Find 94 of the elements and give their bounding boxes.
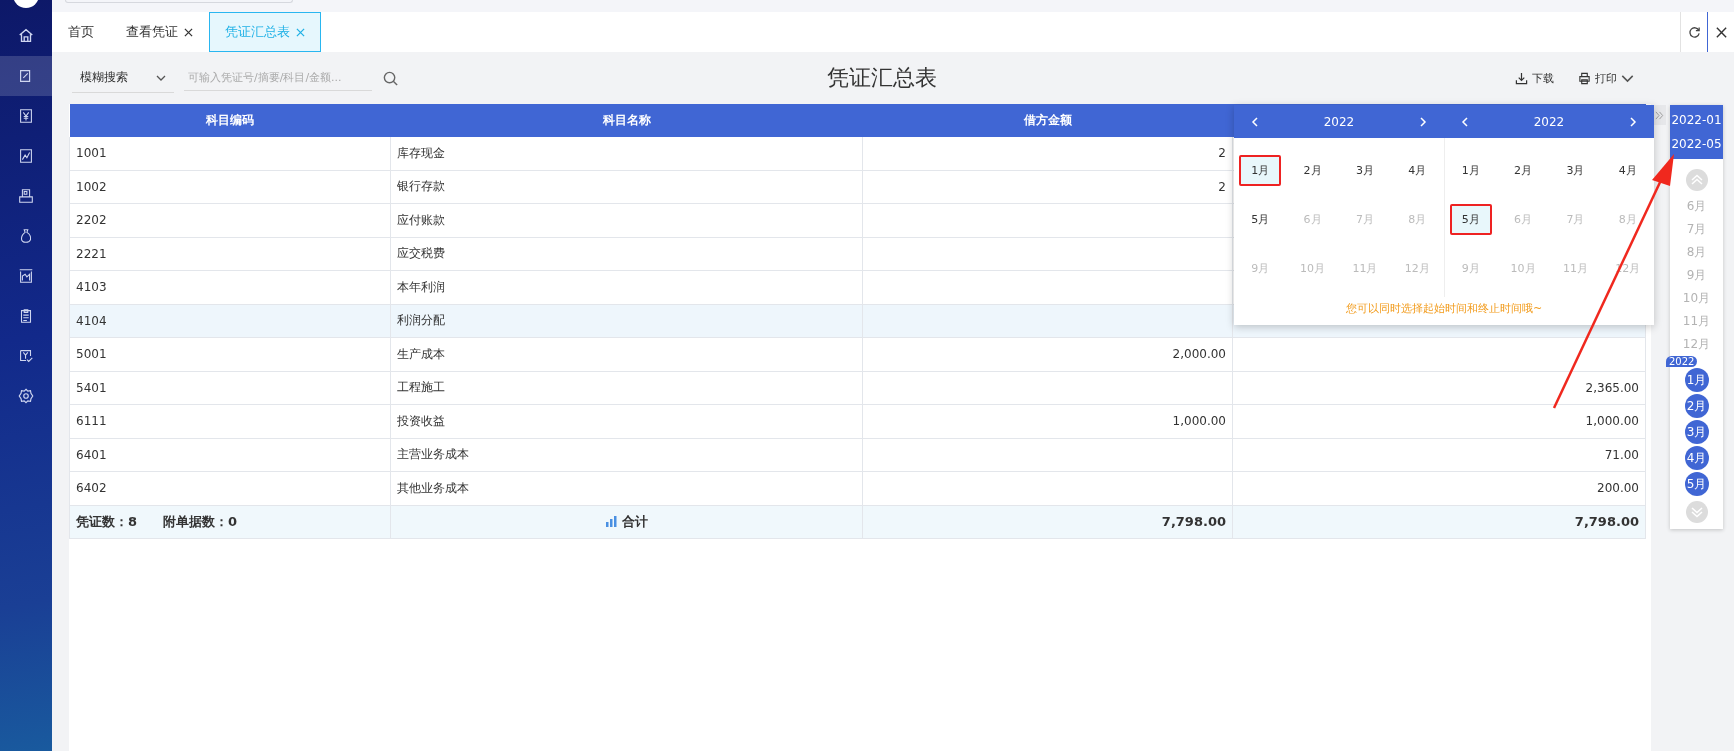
double-chevron-icon: [1655, 110, 1664, 120]
table-cell: 2221: [69, 237, 391, 271]
month-item[interactable]: 5月: [1684, 472, 1709, 496]
month-item[interactable]: 3月: [1684, 420, 1709, 444]
table-cell: 6402: [69, 471, 391, 505]
month-option[interactable]: 5月: [1449, 204, 1492, 235]
month-item[interactable]: 7月: [1684, 218, 1709, 241]
table-cell: 7,798.00: [1232, 505, 1646, 538]
hint-text: 您可以同时选择起始时间和终止时间哦~: [1345, 301, 1543, 316]
table-cell: 2: [862, 137, 1233, 170]
table-cell: 其他业务成本: [390, 471, 863, 505]
month-item[interactable]: 2月: [1684, 394, 1709, 418]
table-cell: 5401: [69, 371, 391, 405]
voucher-count: 凭证数：8: [76, 512, 138, 531]
tab[interactable]: 查看凭证: [110, 12, 209, 52]
table-cell: 应付账款: [390, 203, 863, 237]
tab[interactable]: 凭证汇总表: [209, 12, 321, 52]
month-item[interactable]: 6月: [1684, 195, 1709, 218]
year-label: 2022: [1533, 114, 1565, 129]
month-option[interactable]: 2月: [1503, 155, 1544, 186]
settings-icon: [17, 387, 35, 405]
table-cell: 1002: [69, 170, 391, 204]
table-cell: 主营业务成本: [390, 438, 863, 472]
table-cell: 4104: [69, 304, 391, 338]
month-item[interactable]: 10月: [1682, 287, 1711, 310]
chevron-right-icon[interactable]: [1418, 116, 1428, 127]
bar-chart-icon: [605, 516, 617, 527]
table-cell: 2,365.00: [1232, 371, 1646, 405]
chart-icon: [17, 147, 35, 165]
table-cell: 7,798.00: [862, 505, 1233, 538]
month-item[interactable]: 11月: [1682, 310, 1711, 333]
table-cell: 工程施工: [390, 371, 863, 405]
table-cell: 6111: [69, 404, 391, 438]
yen-icon: [17, 107, 35, 125]
period-range[interactable]: 2022-01 2022-05: [1670, 105, 1723, 159]
month-option[interactable]: 4月: [1397, 155, 1438, 186]
month-item[interactable]: 8月: [1684, 241, 1709, 264]
search-field[interactable]: 可输入凭证号/摘要/科目/金额...: [184, 65, 372, 91]
table-cell: 2202: [69, 203, 391, 237]
column-header: 科目名称: [390, 104, 863, 137]
attachment-count: 附单据数：0: [163, 512, 238, 531]
table-cell: 71.00: [1232, 438, 1646, 472]
table-cell: 银行存款: [390, 170, 863, 204]
month-option[interactable]: 2月: [1292, 155, 1333, 186]
download-icon: [1515, 71, 1528, 85]
table-cell: 2,000.00: [862, 337, 1233, 371]
table-cell: 利润分配: [390, 304, 863, 338]
close-icon[interactable]: [1714, 25, 1728, 39]
table-cell: 2: [862, 170, 1233, 204]
column-header: 借方金额: [862, 104, 1233, 137]
table-cell: 库存现金: [390, 137, 863, 170]
table-cell: 1,000.00: [862, 404, 1233, 438]
month-option[interactable]: 3月: [1344, 155, 1385, 186]
download-button[interactable]: 下载: [1515, 70, 1554, 86]
total-label: 合计: [621, 512, 648, 531]
month-option[interactable]: 1月: [1239, 155, 1282, 186]
print-button[interactable]: 打印: [1578, 70, 1634, 86]
tab[interactable]: 首页: [52, 12, 110, 52]
home-icon: [17, 27, 35, 45]
table-cell: 6401: [69, 438, 391, 472]
table-cell: 应交税费: [390, 237, 863, 271]
month-item[interactable]: 4月: [1684, 446, 1709, 470]
table-cell: 200.00: [1232, 471, 1646, 505]
column-header: 科目编码: [69, 104, 391, 137]
table-cell: 投资收益: [390, 404, 863, 438]
chevron-left-icon[interactable]: [1460, 116, 1470, 127]
refresh-icon[interactable]: [1687, 25, 1701, 39]
building-chart-icon: [17, 267, 35, 285]
month-option[interactable]: 1月: [1450, 155, 1491, 186]
month-option[interactable]: 4月: [1607, 155, 1648, 186]
search-icon[interactable]: [382, 69, 399, 87]
table-cell: 4103: [69, 270, 391, 304]
chevron-right-icon[interactable]: [1628, 116, 1638, 127]
yen-check-icon: [17, 347, 35, 365]
period-end: 2022-05: [1671, 137, 1722, 151]
month-option[interactable]: 3月: [1555, 155, 1596, 186]
printer-icon: [1578, 71, 1591, 85]
table-cell: 生产成本: [390, 337, 863, 371]
month-item[interactable]: 1月: [1684, 368, 1709, 392]
table-cell: 1001: [69, 137, 391, 170]
period-start: 2022-01: [1671, 113, 1722, 127]
month-item[interactable]: 9月: [1684, 264, 1709, 287]
close-icon[interactable]: [184, 27, 193, 37]
month-option[interactable]: 5月: [1240, 204, 1281, 235]
id-card-icon: [17, 187, 35, 205]
table-cell: 1,000.00: [1232, 404, 1646, 438]
table-cell: 本年利润: [390, 270, 863, 304]
chevron-left-icon[interactable]: [1250, 116, 1260, 127]
month-item[interactable]: 12月: [1682, 333, 1711, 356]
year-label: 2022: [1323, 114, 1355, 129]
page-title: 凭证汇总表: [826, 64, 938, 92]
year-badge: 2022: [1666, 356, 1698, 367]
table-cell: 5001: [69, 337, 391, 371]
search-mode-dropdown[interactable]: 模糊搜索: [72, 63, 174, 93]
